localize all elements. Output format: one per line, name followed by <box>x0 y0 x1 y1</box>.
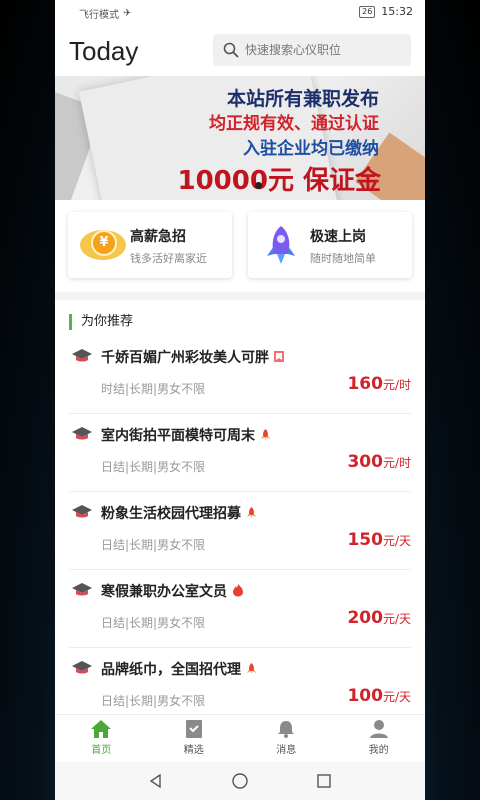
system-navigation-bar <box>55 762 425 800</box>
promo-banner[interactable]: 本站所有兼职发布 均正规有效、通过认证 入驻企业均已缴纳 10000元 保证金 <box>55 76 425 200</box>
rocket-badge-icon <box>245 662 258 679</box>
banner-line-3: 入驻企业均已缴纳 <box>243 139 379 159</box>
bell-icon <box>278 721 295 738</box>
graduation-cap-icon <box>72 427 92 440</box>
home-icon <box>91 720 112 738</box>
job-price: 300元/时 <box>347 452 411 472</box>
feature-subtitle: 随时随地简单 <box>310 252 376 265</box>
rocket-icon <box>256 224 306 266</box>
banner-line-1: 本站所有兼职发布 <box>226 88 379 110</box>
clock: 15:32 <box>381 5 413 18</box>
bookmark-icon <box>273 350 285 367</box>
tab-home[interactable]: 首页 <box>55 715 148 762</box>
tab-label: 首页 <box>91 745 112 756</box>
search-input[interactable] <box>245 43 395 57</box>
job-meta: 日结|长期|男女不限 <box>101 460 206 474</box>
job-meta: 日结|长期|男女不限 <box>101 538 206 552</box>
tab-messages[interactable]: 消息 <box>240 715 333 762</box>
job-title: 室内街拍平面模特可周末 <box>101 425 272 445</box>
job-price: 150元/天 <box>347 530 411 550</box>
app-screen: 飞行模式 ✈ 26 15:32 Today 本站所有兼职发布 均正规有效、通过认… <box>55 0 425 800</box>
feature-title: 高薪急招 <box>130 229 186 245</box>
feature-card-fast-start[interactable]: 极速上岗 随时随地简单 <box>248 212 412 278</box>
job-price: 160元/时 <box>347 374 411 394</box>
job-meta: 时结|长期|男女不限 <box>101 382 206 396</box>
list-item[interactable]: 粉象生活校园代理招募 日结|长期|男女不限 150元/天 <box>69 492 411 570</box>
search-icon <box>223 42 239 58</box>
rocket-badge-icon <box>259 428 272 445</box>
graduation-cap-icon <box>72 505 92 518</box>
list-item[interactable]: 室内街拍平面模特可周末 日结|长期|男女不限 300元/时 <box>69 414 411 492</box>
job-meta: 日结|长期|男女不限 <box>101 616 206 630</box>
banner-line-2: 均正规有效、通过认证 <box>209 114 379 134</box>
featured-icon <box>185 720 202 738</box>
list-item[interactable]: 千娇百媚广州彩妆美人可胖 时结|长期|男女不限 160元/时 <box>69 336 411 414</box>
carousel-indicator[interactable] <box>255 182 262 189</box>
status-left: 飞行模式 ✈ <box>79 6 131 21</box>
feature-cards: ¥ 高薪急招 钱多活好离家近 极速上岗 随时随地简单 <box>55 200 425 292</box>
job-title: 粉象生活校园代理招募 <box>101 503 258 523</box>
recents-icon[interactable] <box>316 773 332 789</box>
job-list: 千娇百媚广州彩妆美人可胖 时结|长期|男女不限 160元/时 室内街拍平面模特可… <box>55 336 425 726</box>
job-meta: 日结|长期|男女不限 <box>101 694 206 708</box>
hot-badge-icon <box>231 583 245 601</box>
user-icon <box>369 720 388 738</box>
status-right: 26 15:32 <box>359 5 413 18</box>
job-title: 品牌纸巾，全国招代理 <box>101 659 258 679</box>
section-title: 为你推荐 <box>69 314 133 330</box>
rocket-badge-icon <box>245 506 258 523</box>
tab-label: 精选 <box>183 745 204 756</box>
graduation-cap-icon <box>72 661 92 674</box>
feature-card-high-pay[interactable]: ¥ 高薪急招 钱多活好离家近 <box>68 212 232 278</box>
header: Today <box>55 24 425 76</box>
battery-icon: 26 <box>359 5 376 18</box>
airplane-icon: ✈ <box>123 8 132 19</box>
graduation-cap-icon <box>72 583 92 596</box>
feature-subtitle: 钱多活好离家近 <box>130 252 207 265</box>
tab-label: 我的 <box>368 745 389 756</box>
tab-label: 消息 <box>276 745 297 756</box>
bottom-nav: 首页 精选 消息 我的 <box>55 714 425 762</box>
page-title: Today <box>69 36 139 66</box>
tab-featured[interactable]: 精选 <box>148 715 241 762</box>
search-box[interactable] <box>213 34 411 66</box>
job-title: 千娇百媚广州彩妆美人可胖 <box>101 347 285 367</box>
job-price: 100元/天 <box>347 686 411 706</box>
feature-title: 极速上岗 <box>310 229 366 245</box>
tab-profile[interactable]: 我的 <box>333 715 426 762</box>
coin-icon: ¥ <box>76 224 126 266</box>
back-icon[interactable] <box>148 773 164 789</box>
job-title: 寒假兼职办公室文员 <box>101 581 245 601</box>
graduation-cap-icon <box>72 349 92 362</box>
status-bar: 飞行模式 ✈ 26 15:32 <box>55 0 425 24</box>
job-price: 200元/天 <box>347 608 411 628</box>
banner-line-4: 10000元 保证金 <box>177 166 381 196</box>
airplane-mode-label: 飞行模式 <box>79 10 119 21</box>
section-divider <box>55 292 425 300</box>
home-button-icon[interactable] <box>231 772 249 790</box>
list-item[interactable]: 寒假兼职办公室文员 日结|长期|男女不限 200元/天 <box>69 570 411 648</box>
